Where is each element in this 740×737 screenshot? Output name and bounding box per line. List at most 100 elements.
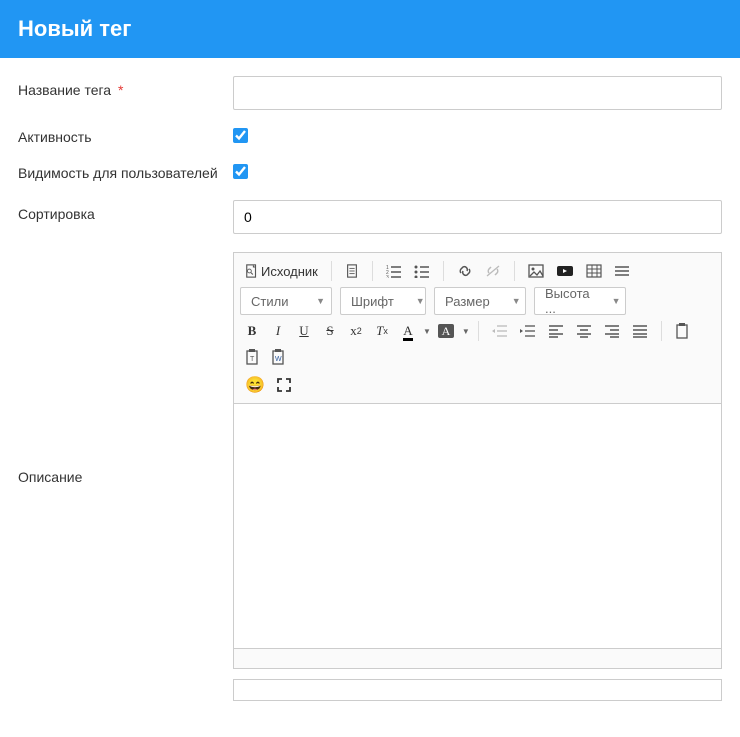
label-description: Описание [18,469,233,485]
paste-word-button[interactable]: W [266,345,290,369]
styles-label: Стили [251,294,288,309]
editor-toolbar: Исходник 123 [234,253,721,404]
label-active: Активность [18,129,233,145]
align-right-button[interactable] [599,319,625,343]
separator [331,261,332,281]
toolbar-row-2: Стили ▼ Шрифт ▼ Размер ▼ Высота ... [240,287,715,315]
align-justify-icon [632,324,648,338]
image-icon [528,264,544,278]
toolbar-row-4: 😄 [240,373,715,397]
separator [478,321,479,341]
textcolor-caret[interactable]: ▼ [423,327,431,336]
active-checkbox[interactable] [233,128,248,143]
unlink-button[interactable] [480,259,506,283]
row-name: Название тега * [18,76,722,110]
separator [514,261,515,281]
hr-button[interactable] [609,259,635,283]
field-active [233,128,722,146]
caret-icon: ▼ [612,296,621,306]
underline-button[interactable]: U [292,319,316,343]
name-input[interactable] [233,76,722,110]
source-icon [245,264,259,278]
size-dropdown[interactable]: Размер ▼ [434,287,526,315]
font-label: Шрифт [351,294,394,309]
label-name: Название тега * [18,76,233,98]
svg-text:T: T [250,356,255,363]
numbered-list-button[interactable]: 123 [381,259,407,283]
svg-text:W: W [275,356,282,363]
youtube-icon [556,264,574,278]
align-justify-button[interactable] [627,319,653,343]
hr-icon [614,264,630,278]
align-center-button[interactable] [571,319,597,343]
subscript-button[interactable]: x2 [344,319,368,343]
editor-statusbar [234,648,721,668]
removeformat-button[interactable]: Tx [370,319,394,343]
font-dropdown[interactable]: Шрифт ▼ [340,287,426,315]
maximize-icon [277,378,291,392]
indent-icon [520,324,536,338]
bold-button[interactable]: B [240,319,264,343]
outdent-button[interactable] [487,319,513,343]
align-left-icon [548,324,564,338]
image-button[interactable] [523,259,549,283]
bullet-list-icon [414,264,430,278]
field-name [233,76,722,110]
toolbar-row-3: B I U S x2 Tx A ▼ A ▼ [240,319,715,369]
paste-button[interactable] [670,319,694,343]
source-button[interactable]: Исходник [240,259,323,283]
source-label: Исходник [261,264,318,279]
row-visible: Видимость для пользователей [18,164,722,182]
align-right-icon [604,324,620,338]
bgcolor-button[interactable]: A [433,319,459,343]
bgcolor-caret[interactable]: ▼ [462,327,470,336]
sort-input[interactable] [233,200,722,234]
extra-input[interactable] [233,679,722,701]
indent-button[interactable] [515,319,541,343]
table-button[interactable] [581,259,607,283]
outdent-icon [492,324,508,338]
page-title: Новый тег [18,16,131,41]
caret-icon: ▼ [416,296,425,306]
field-description: Исходник 123 [233,252,722,701]
paste-text-button[interactable]: T [240,345,264,369]
link-icon [457,264,473,278]
unlink-icon [485,264,501,278]
visible-checkbox[interactable] [233,164,248,179]
clipboard-text-icon: T [245,349,259,365]
italic-button[interactable]: I [266,319,290,343]
clipboard-icon [675,323,689,339]
align-center-icon [576,324,592,338]
editor-content[interactable] [234,404,721,648]
row-description: Описание Исходник [18,252,722,701]
emoji-button[interactable]: 😄 [240,373,270,397]
lineheight-label: Высота ... [545,286,590,316]
page-header: Новый тег [0,0,740,58]
caret-icon: ▼ [512,296,521,306]
field-visible [233,164,722,182]
textcolor-button[interactable]: A [396,319,420,343]
clipboard-word-icon: W [271,349,285,365]
required-star: * [118,82,123,98]
maximize-button[interactable] [272,373,296,397]
numbered-list-icon: 123 [386,264,402,278]
label-visible: Видимость для пользователей [18,165,233,181]
row-active: Активность [18,128,722,146]
form: Название тега * Активность Видимость для… [0,58,740,737]
newpage-button[interactable] [340,259,364,283]
separator [443,261,444,281]
align-left-button[interactable] [543,319,569,343]
separator [372,261,373,281]
label-name-text: Название тега [18,82,111,98]
svg-text:3: 3 [386,275,389,278]
bullet-list-button[interactable] [409,259,435,283]
row-sort: Сортировка [18,200,722,234]
lineheight-dropdown[interactable]: Высота ... ▼ [534,287,626,315]
caret-icon: ▼ [316,296,325,306]
styles-dropdown[interactable]: Стили ▼ [240,287,332,315]
youtube-button[interactable] [551,259,579,283]
field-sort [233,200,722,234]
size-label: Размер [445,294,490,309]
link-button[interactable] [452,259,478,283]
strike-button[interactable]: S [318,319,342,343]
